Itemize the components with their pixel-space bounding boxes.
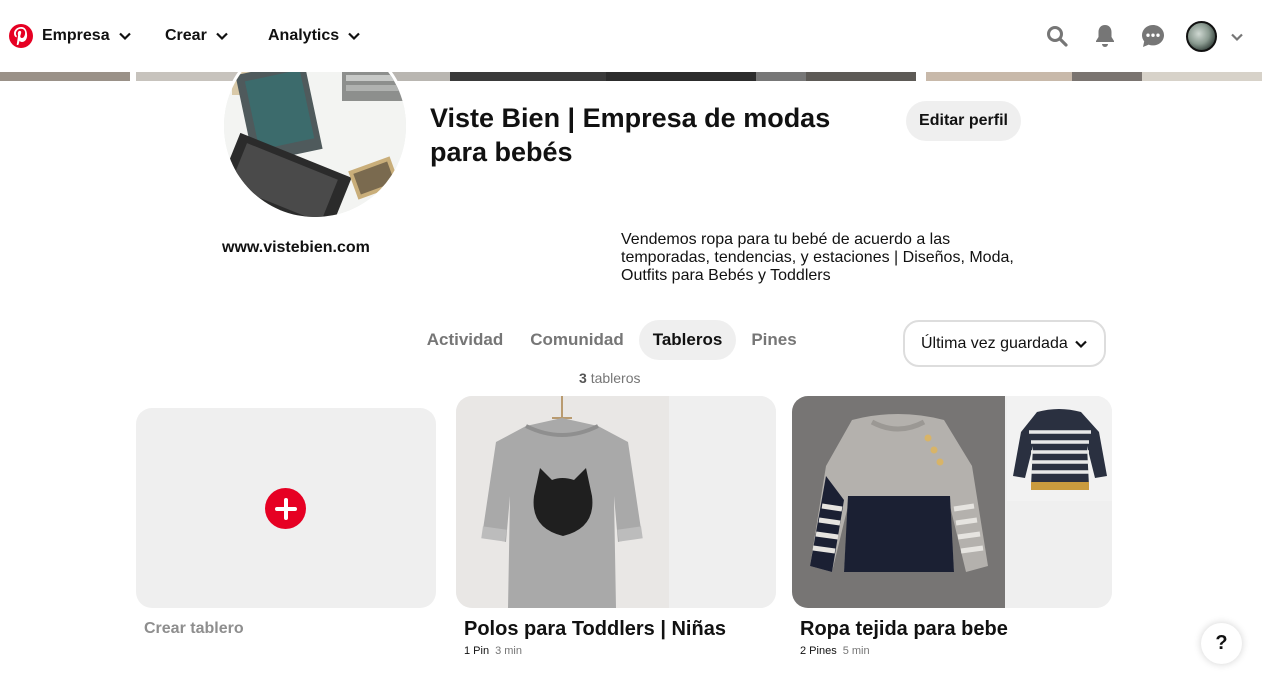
tab-comunidad[interactable]: Comunidad <box>522 320 632 360</box>
messages-button[interactable] <box>1137 20 1169 52</box>
board-updated-time: 3 min <box>495 645 522 657</box>
cover-strip <box>0 72 1262 81</box>
board-cover-image <box>456 396 669 608</box>
bell-icon <box>1096 25 1114 47</box>
nav-crear[interactable]: Crear <box>165 22 229 50</box>
tab-actividad[interactable]: Actividad <box>418 320 512 360</box>
board-preview-image <box>1007 396 1112 501</box>
board-meta: 1 Pin 3 min <box>464 645 522 657</box>
nav-empresa-label: Empresa <box>42 27 110 44</box>
profile-website-link[interactable]: www.vistebien.com <box>222 239 370 257</box>
board-card[interactable] <box>792 396 1112 608</box>
account-menu-chevron-icon[interactable] <box>1230 30 1244 44</box>
sort-dropdown-label: Última vez guardada <box>921 334 1068 352</box>
create-board-label: Crear tablero <box>144 620 244 637</box>
plus-icon <box>265 488 306 529</box>
nav-crear-label: Crear <box>165 27 207 44</box>
board-meta: 2 Pines 5 min <box>800 645 870 657</box>
edit-profile-button[interactable]: Editar perfil <box>906 101 1021 141</box>
profile-name: Viste Bien | Empresa de modas para bebés <box>430 103 831 167</box>
top-navigation: Empresa Crear Analytics <box>0 0 1262 72</box>
nav-empresa[interactable]: Empresa <box>42 22 132 50</box>
boards-count: 3 tableros <box>579 370 641 386</box>
nav-analytics[interactable]: Analytics <box>268 22 361 50</box>
board-pin-count: 1 Pin <box>464 645 490 657</box>
board-updated-time: 5 min <box>842 645 870 657</box>
sort-dropdown[interactable]: Última vez guardada <box>903 320 1106 367</box>
pinterest-logo-icon[interactable] <box>9 24 33 48</box>
board-cover-image <box>792 396 1005 608</box>
chevron-down-icon <box>118 32 131 41</box>
help-button[interactable]: ? <box>1201 623 1242 664</box>
boards-count-label: tableros <box>590 370 641 386</box>
profile-bio: Vendemos ropa para tu bebé de acuerdo a … <box>621 231 1014 284</box>
board-preview-empty <box>1007 503 1112 608</box>
board-preview-empty <box>671 396 776 501</box>
board-preview-empty <box>671 503 776 608</box>
boards-count-number: 3 <box>579 370 587 386</box>
chevron-down-icon <box>216 32 228 41</box>
board-title[interactable]: Ropa tejida para bebe <box>800 618 1008 641</box>
search-icon <box>1047 26 1068 47</box>
nav-analytics-label: Analytics <box>268 27 340 44</box>
tab-tableros[interactable]: Tableros <box>639 320 736 360</box>
search-button[interactable] <box>1041 20 1073 52</box>
chat-icon <box>1142 25 1164 47</box>
chevron-down-icon <box>1075 340 1087 349</box>
chevron-down-icon <box>348 32 360 41</box>
tab-pines[interactable]: Pines <box>743 320 805 360</box>
user-avatar[interactable] <box>1186 21 1217 52</box>
notifications-button[interactable] <box>1089 20 1121 52</box>
create-board-card[interactable] <box>136 408 436 608</box>
board-pin-count: 2 Pines <box>800 645 837 657</box>
board-title[interactable]: Polos para Toddlers | Niñas <box>464 618 726 641</box>
board-card[interactable] <box>456 396 776 608</box>
